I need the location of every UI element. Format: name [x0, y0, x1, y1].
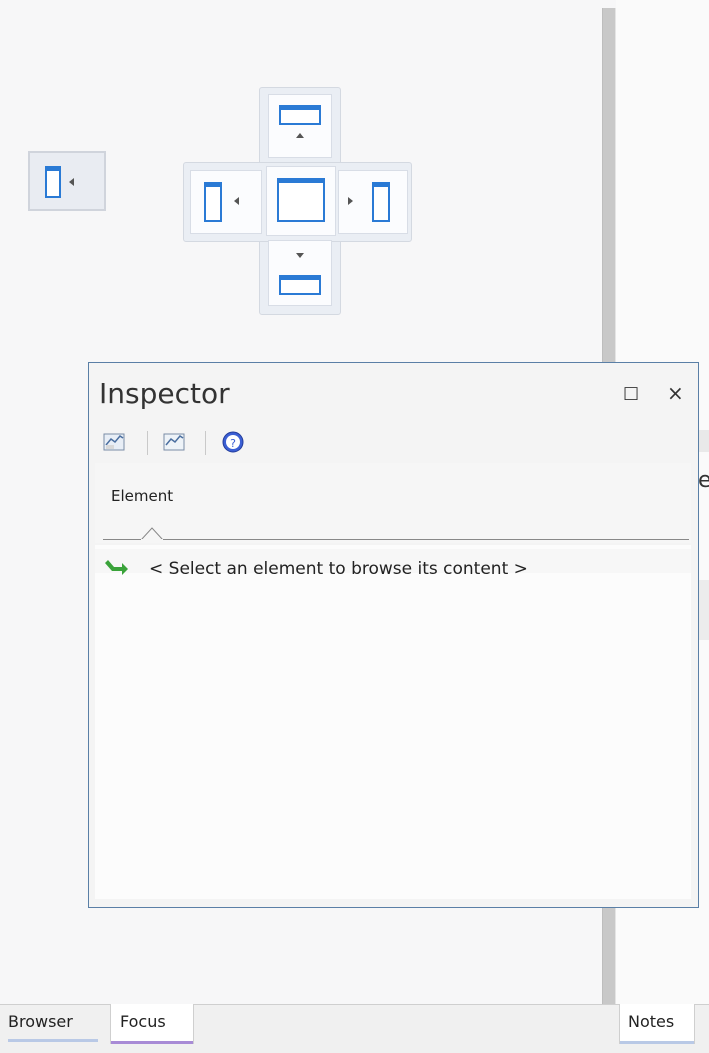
- show-relationships-icon[interactable]: [161, 429, 189, 455]
- show-features-icon[interactable]: [101, 429, 129, 455]
- arrow-left-icon: [234, 197, 239, 205]
- arrow-left-icon: [69, 178, 74, 186]
- tab-notes[interactable]: Notes: [619, 1004, 695, 1044]
- dock-left-pane-icon: [204, 182, 222, 222]
- dock-right-button[interactable]: [338, 170, 408, 234]
- green-arrow-icon: [105, 560, 128, 575]
- dock-bottom-button[interactable]: [268, 240, 332, 306]
- dock-left-button[interactable]: [190, 170, 262, 234]
- dock-top-pane-icon: [279, 105, 321, 125]
- toolbar-separator: [205, 431, 206, 455]
- maximize-button[interactable]: □: [623, 383, 639, 403]
- dock-bottom-pane-icon: [279, 275, 321, 295]
- arrow-down-icon: [296, 253, 304, 258]
- tab-browser[interactable]: Browser: [0, 1004, 108, 1044]
- dock-center-button[interactable]: [266, 166, 336, 236]
- tab-pointer-icon: [141, 527, 163, 541]
- svg-text:?: ?: [230, 437, 236, 450]
- dock-right-pane-icon: [372, 182, 390, 222]
- tab-element[interactable]: Element: [111, 487, 173, 505]
- clipped-text: e: [698, 468, 709, 493]
- dock-center-pane-icon: [277, 178, 325, 222]
- arrow-up-icon: [296, 133, 304, 138]
- inspector-content: < Select an element to browse its conten…: [95, 545, 691, 899]
- dock-top-button[interactable]: [268, 94, 332, 158]
- inspector-window[interactable]: Inspector □ × ? Element < Select an elem…: [88, 362, 699, 908]
- dock-guide-left-edge[interactable]: [28, 151, 106, 211]
- inspector-tab-strip: Element: [95, 463, 691, 543]
- tab-focus[interactable]: Focus: [110, 1004, 194, 1044]
- window-title: Inspector: [99, 377, 230, 410]
- arrow-right-icon: [348, 197, 353, 205]
- tab-label: Notes: [628, 1012, 675, 1031]
- inspector-toolbar: ?: [95, 425, 691, 461]
- tab-label: Browser: [8, 1012, 73, 1031]
- dock-left-pane-icon: [45, 166, 61, 198]
- tab-label: Focus: [120, 1012, 166, 1031]
- help-icon[interactable]: ?: [219, 429, 247, 455]
- tab-underline: [103, 539, 689, 540]
- close-button[interactable]: ×: [667, 381, 684, 405]
- empty-state-message: < Select an element to browse its conten…: [149, 559, 528, 579]
- toolbar-separator: [147, 431, 148, 455]
